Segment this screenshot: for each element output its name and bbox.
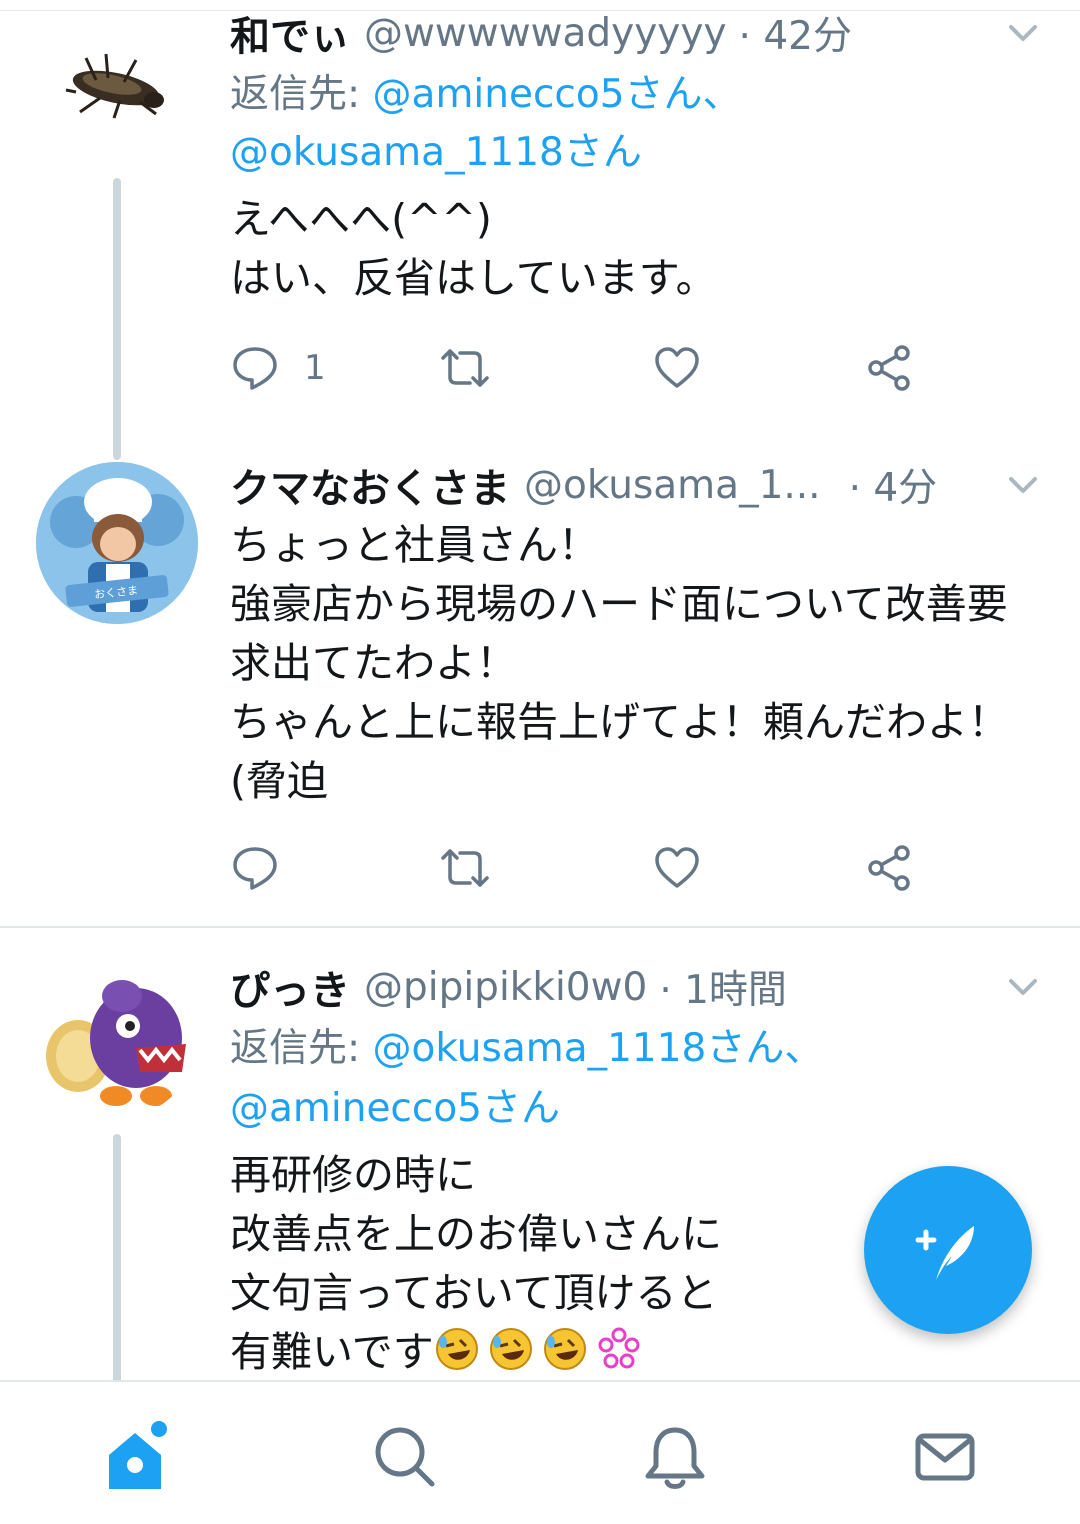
chevron-down-icon[interactable] [1006, 18, 1040, 48]
tweet-header: ぴっき @pipipikki0w0 · 1時間 [230, 958, 1040, 1016]
chef-avatar-icon: おくさま [36, 462, 198, 624]
reply-to-label: 返信先: [230, 72, 373, 117]
reply-to-line: 返信先: @okusama_1118さん、 [230, 1020, 823, 1078]
user-handle[interactable]: @pipipikki0w0 [364, 965, 647, 1010]
reply-to-line: 返信先: @aminecco5さん、 [230, 66, 742, 124]
tweet[interactable]: 和でぃ @wwwwwadyyyyy · 42分 返信先: @aminecco5さ… [0, 0, 1080, 460]
thread-line [113, 178, 121, 460]
timestamp[interactable]: · 4分 [849, 457, 938, 513]
chevron-down-icon[interactable] [1006, 470, 1040, 500]
user-handle[interactable]: @wwwwwadyyyyy [364, 11, 727, 56]
rolling-on-floor-laughing-icon [489, 1328, 532, 1370]
reply-to-label: 返信先: [230, 1026, 373, 1071]
home-icon [109, 1421, 167, 1489]
tweet-text: ちょっと社員さん！ 強豪店から現場のハード面について改善要求出てたわよ！ ちゃん… [230, 521, 1009, 805]
display-name[interactable]: 和でぃ [230, 4, 350, 62]
user-handle[interactable]: @okusama_1... [524, 463, 821, 508]
timestamp[interactable]: · 1時間 [659, 959, 787, 1015]
tweet-text: えへへへ(^^) はい、反省はしています。 [230, 195, 717, 302]
like-button[interactable] [652, 338, 702, 398]
tweet-actions [230, 838, 930, 898]
reply-to-line: @aminecco5さん [230, 1080, 560, 1138]
avatar[interactable]: おくさま [36, 462, 198, 624]
tweet-header: 和でぃ @wwwwwadyyyyy · 42分 [230, 4, 1040, 62]
thread-line [113, 1134, 121, 1394]
heart-icon [655, 847, 699, 888]
reply-to-mention[interactable]: @aminecco5さん、 [373, 72, 742, 117]
compose-tweet-button[interactable] [864, 1166, 1032, 1334]
tweet-header: クマなおくさま @okusama_1... · 4分 [230, 456, 1040, 514]
cockroach-avatar-icon [65, 53, 164, 119]
share-button[interactable] [864, 838, 914, 898]
share-button[interactable] [864, 338, 914, 398]
timestamp[interactable]: · 42分 [739, 5, 852, 61]
nav-messages-tab[interactable] [900, 1412, 990, 1502]
display-name[interactable]: クマなおくさま [230, 456, 510, 514]
retweet-icon [441, 849, 489, 887]
reply-icon [233, 347, 277, 390]
chevron-down-icon[interactable] [1006, 972, 1040, 1002]
reply-button[interactable]: 1 [230, 338, 326, 398]
search-icon [375, 1427, 435, 1487]
avatar[interactable] [36, 10, 198, 172]
tweet-actions: 1 [230, 338, 930, 398]
retweet-button[interactable] [440, 338, 490, 398]
notifications-icon [645, 1427, 705, 1489]
retweet-button[interactable] [440, 838, 490, 898]
retweet-icon [441, 349, 489, 387]
pink-flower-icon [598, 1327, 640, 1369]
reply-to-mention[interactable]: @okusama_1118さん [230, 130, 642, 175]
character-avatar-icon [46, 980, 186, 1106]
reply-button[interactable] [230, 838, 304, 898]
nav-home-tab[interactable] [90, 1412, 180, 1502]
reply-count: 1 [304, 348, 326, 388]
reply-to-line: @okusama_1118さん [230, 124, 642, 182]
rolling-on-floor-laughing-icon [543, 1328, 586, 1370]
reply-to-mention[interactable]: @okusama_1118さん、 [373, 1026, 824, 1071]
nav-notifications-tab[interactable] [630, 1412, 720, 1502]
share-icon [868, 845, 910, 891]
like-button[interactable] [652, 838, 702, 898]
share-icon [868, 345, 910, 391]
rolling-on-floor-laughing-icon [435, 1328, 478, 1370]
bottom-navigation [0, 1380, 1080, 1524]
messages-icon [915, 1433, 975, 1481]
reply-icon [233, 847, 277, 890]
reply-to-mention[interactable]: @aminecco5さん [230, 1086, 560, 1131]
heart-icon [655, 347, 699, 388]
nav-search-tab[interactable] [360, 1412, 450, 1502]
avatar[interactable] [36, 956, 198, 1118]
compose-tweet-icon [915, 1226, 974, 1280]
display-name[interactable]: ぴっき [230, 958, 350, 1016]
